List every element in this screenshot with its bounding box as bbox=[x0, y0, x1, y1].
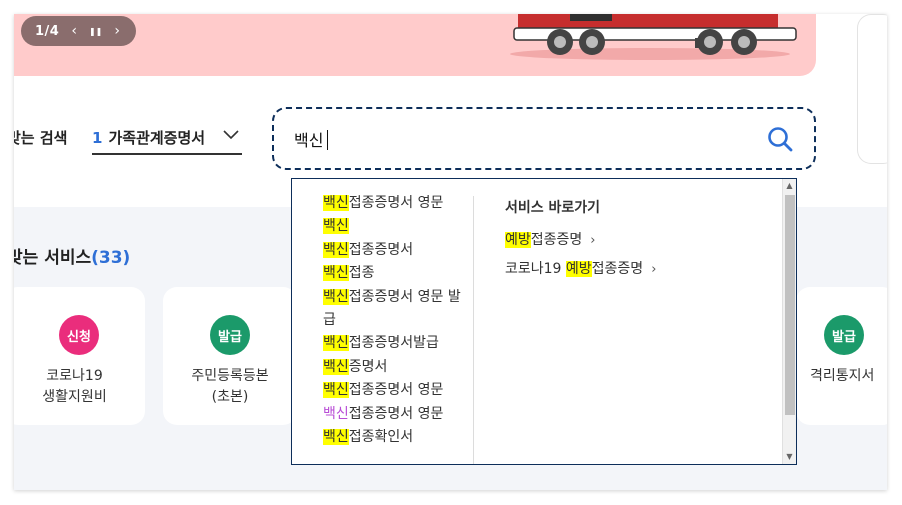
suggestion-text: 접종증명서 영문 bbox=[348, 195, 444, 211]
suggestion-text: 접종 bbox=[348, 265, 375, 282]
chevron-right-icon: › bbox=[590, 233, 596, 248]
prev-icon[interactable]: ‹ bbox=[71, 23, 77, 39]
dropdown-divider bbox=[473, 196, 474, 464]
category-number: 1 bbox=[92, 128, 103, 147]
shortcut-highlight: 예방 bbox=[505, 232, 531, 248]
suggestion-highlight: 백신 bbox=[323, 358, 349, 375]
truck-illustration-icon bbox=[510, 14, 797, 60]
suggestion-text: 접종증명서발급 bbox=[348, 335, 439, 352]
scroll-thumb[interactable] bbox=[785, 195, 795, 415]
service-name-line: (초본) bbox=[211, 389, 249, 405]
scroll-up-icon[interactable]: ▲ bbox=[783, 179, 796, 193]
service-card[interactable]: 발급 격리통지서 bbox=[796, 287, 887, 425]
side-card[interactable] bbox=[857, 14, 887, 164]
service-card[interactable]: 발급 주민등록등본 (초본) bbox=[163, 287, 297, 425]
service-card[interactable]: 신청 코로나19 생활지원비 bbox=[14, 287, 145, 425]
services-title-text: 맞는 서비스 bbox=[14, 248, 92, 268]
shortcut-text: 접종증명 bbox=[530, 232, 583, 248]
apply-badge: 신청 bbox=[59, 315, 99, 355]
dropdown-scrollbar[interactable]: ▲ ▼ bbox=[782, 179, 796, 464]
suggestion-highlight: 백신 bbox=[323, 241, 349, 258]
category-label: 가족관계증명서 bbox=[108, 129, 206, 147]
shortcut-title: 서비스 바로가기 bbox=[505, 200, 601, 216]
search-icon[interactable] bbox=[766, 125, 794, 153]
shortcut-highlight: 예방 bbox=[565, 261, 592, 277]
suggestion-text: 접종증명서 bbox=[348, 241, 414, 258]
suggestion-highlight: 백신 bbox=[323, 429, 349, 446]
banner-pager: 1/4 ‹ ❚❚ › bbox=[21, 16, 136, 46]
service-name: 격리통지서 bbox=[810, 366, 887, 387]
services-count: (33) bbox=[91, 248, 131, 268]
issue-badge: 발급 bbox=[824, 315, 864, 355]
shortcut-text: 코로나19 bbox=[505, 261, 566, 277]
suggestion-item[interactable]: 백신접종증명서 bbox=[323, 239, 471, 262]
shortcut-text: 접종증명 bbox=[591, 261, 644, 277]
suggestion-highlight: 백신 bbox=[323, 405, 349, 422]
suggestion-highlight: 백신 bbox=[323, 218, 349, 235]
suggestion-highlight: 백신 bbox=[323, 382, 349, 399]
suggestion-highlight: 백신 bbox=[323, 288, 349, 305]
suggestion-item[interactable]: 백신접종증명서 영문 bbox=[323, 192, 471, 215]
suggestion-item[interactable]: 백신접종증명서 영문 bbox=[323, 403, 471, 426]
shortcut-link[interactable]: 예방접종증명 › bbox=[505, 229, 596, 249]
suggestion-item[interactable]: 백신접종증명서 영문 bbox=[323, 379, 471, 402]
suggestion-list: 백신접종증명서 영문 백신 백신접종증명서 백신접종 백신접종증명서 영문 발급… bbox=[323, 192, 471, 449]
suggestion-highlight: 백신 bbox=[323, 265, 349, 282]
services-title: 맞는 서비스(33) bbox=[14, 243, 130, 268]
next-icon[interactable]: › bbox=[114, 23, 120, 39]
suggestion-item[interactable]: 백신 bbox=[323, 215, 471, 238]
suggestion-text: 접종증명서 영문 bbox=[348, 382, 444, 399]
hero-banner: 1/4 ‹ ❚❚ › bbox=[14, 14, 816, 76]
service-name: 코로나19 생활지원비 bbox=[14, 366, 145, 408]
search-input[interactable] bbox=[294, 123, 734, 155]
suggestion-item[interactable]: 백신증명서 bbox=[323, 356, 471, 379]
issue-badge: 발급 bbox=[210, 315, 250, 355]
service-name-line: 주민등록등본 bbox=[191, 368, 269, 384]
pause-icon[interactable]: ❚❚ bbox=[89, 27, 102, 36]
suggestion-text: 접종증명서 영문 bbox=[348, 405, 444, 422]
suggestion-highlight: 백신 bbox=[323, 335, 349, 352]
chevron-right-icon: › bbox=[651, 262, 657, 277]
text-caret bbox=[327, 130, 328, 150]
pager-count: 1/4 bbox=[35, 23, 60, 39]
page: 1/4 ‹ ❚❚ › 맞는 검색 1 가족관계증명서 bbox=[14, 14, 887, 490]
service-name-line: 격리통지서 bbox=[810, 368, 875, 384]
category-select[interactable]: 1 가족관계증명서 bbox=[92, 122, 242, 155]
suggestion-item[interactable]: 백신접종 bbox=[323, 262, 471, 285]
search-box bbox=[272, 107, 816, 170]
suggestion-text: 접종확인서 bbox=[348, 429, 414, 446]
suggestion-item[interactable]: 백신접종증명서 영문 발급 bbox=[323, 286, 471, 333]
suggestion-highlight: 백신 bbox=[323, 195, 349, 211]
shortcut-link[interactable]: 코로나19 예방접종증명 › bbox=[505, 258, 656, 278]
service-name-line: 코로나19 bbox=[46, 368, 103, 384]
suggestion-text: 증명서 bbox=[348, 358, 388, 375]
service-name-line: 생활지원비 bbox=[42, 389, 107, 405]
suggestion-item[interactable]: 백신접종증명서발급 bbox=[323, 332, 471, 355]
autocomplete-dropdown: 백신접종증명서 영문 백신 백신접종증명서 백신접종 백신접종증명서 영문 발급… bbox=[291, 178, 797, 465]
search-section-title: 맞는 검색 bbox=[14, 129, 68, 147]
scroll-down-icon[interactable]: ▼ bbox=[783, 450, 796, 464]
service-name: 주민등록등본 (초본) bbox=[163, 366, 297, 408]
suggestion-item[interactable]: 백신접종확인서 bbox=[323, 426, 471, 449]
chevron-down-icon bbox=[223, 130, 239, 140]
